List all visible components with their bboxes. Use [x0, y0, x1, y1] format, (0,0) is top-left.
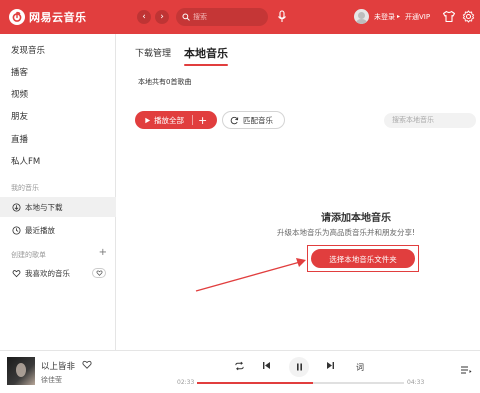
clock-icon — [11, 225, 21, 235]
chevron-right-icon: › — [160, 12, 164, 22]
empty-state-description: 升级本地音乐为高品质音乐并和朋友分享! — [277, 228, 416, 237]
download-icon — [11, 202, 21, 212]
sidebar-item-recent[interactable]: 最近播放 — [0, 220, 116, 240]
like-heart-icon[interactable] — [82, 360, 92, 369]
user-area[interactable]: 未登录 ▸ 开通VIP — [354, 9, 430, 24]
local-search-input[interactable]: 搜索本地音乐 — [384, 113, 476, 128]
choose-folder-button[interactable]: 选择本地音乐文件夹 — [311, 249, 415, 268]
sidebar-item-local-download[interactable]: 本地与下载 — [0, 197, 116, 217]
tab-local-music[interactable]: 本地音乐 — [184, 45, 228, 61]
sidebar-item-label: 最近播放 — [25, 225, 55, 235]
current-time: 02:33 — [177, 379, 195, 386]
sidebar-item-fm[interactable]: 私人FM — [0, 152, 116, 172]
empty-state-title: 请添加本地音乐 — [321, 213, 391, 224]
play-all-label: 播放全部 — [154, 115, 184, 125]
play-all-button[interactable]: 播放全部 + — [135, 111, 217, 129]
next-track-icon[interactable] — [326, 361, 335, 370]
album-cover[interactable] — [7, 357, 35, 385]
song-title[interactable]: 以上皆非 — [41, 360, 75, 372]
avatar[interactable] — [354, 9, 369, 24]
sidebar-item-live[interactable]: 直播 — [0, 130, 116, 150]
app-name: 网易云音乐 — [29, 11, 87, 24]
netease-logo-icon — [9, 9, 25, 25]
app-logo[interactable]: 网易云音乐 — [9, 9, 87, 25]
add-playlist-icon[interactable]: + — [99, 247, 107, 258]
playlists-header: 创建的歌单 — [11, 251, 46, 259]
play-icon — [145, 117, 151, 123]
loop-icon[interactable] — [234, 361, 245, 371]
chevron-left-icon: ‹ — [142, 12, 146, 22]
match-music-label: 匹配音乐 — [243, 115, 273, 125]
sidebar-item-video[interactable]: 视频 — [0, 85, 116, 105]
sidebar-item-discover[interactable]: 发现音乐 — [0, 41, 116, 61]
sidebar-item-label: 我喜欢的音乐 — [25, 268, 70, 278]
sidebar-item-podcast[interactable]: 播客 — [0, 63, 116, 83]
song-count: 本地共有0首歌曲 — [138, 78, 192, 86]
progress-bar[interactable] — [197, 382, 404, 384]
main-content: 下载管理 本地音乐 本地共有0首歌曲 播放全部 + 匹配音乐 搜索本地音乐 请添… — [117, 34, 480, 350]
active-tab-indicator — [184, 64, 228, 66]
search-box[interactable] — [176, 8, 268, 26]
pause-icon — [296, 363, 302, 371]
total-time: 04:33 — [407, 379, 425, 386]
search-input[interactable] — [193, 13, 263, 21]
skin-shirt-icon[interactable] — [442, 10, 456, 23]
lyrics-button[interactable]: 词 — [356, 362, 364, 373]
tab-download-manage[interactable]: 下载管理 — [135, 46, 171, 59]
back-button[interactable]: ‹ — [137, 10, 151, 24]
artist-name[interactable]: 徐佳莹 — [41, 375, 62, 385]
forward-button[interactable]: › — [155, 10, 169, 24]
search-icon — [182, 13, 190, 21]
previous-track-icon[interactable] — [262, 361, 271, 370]
top-bar: 网易云音乐 ‹ › 未登录 ▸ 开通VIP — [0, 0, 480, 34]
microphone-icon[interactable] — [276, 10, 288, 24]
sidebar-item-label: 本地与下载 — [25, 202, 63, 212]
vip-link[interactable]: 开通VIP — [405, 12, 430, 22]
sidebar: 发现音乐 播客 视频 朋友 直播 私人FM 我的音乐 本地与下载 最近播放 创建… — [0, 34, 116, 350]
match-music-button[interactable]: 匹配音乐 — [222, 111, 285, 129]
progress-fill — [197, 382, 313, 384]
heartbeat-mode-button[interactable] — [92, 268, 106, 278]
divider — [192, 115, 193, 125]
pause-button[interactable] — [289, 357, 309, 377]
login-status[interactable]: 未登录 — [374, 12, 395, 22]
player-bar: 以上皆非 徐佳莹 词 02:33 04:33 — [0, 350, 480, 393]
sidebar-item-friends[interactable]: 朋友 — [0, 107, 116, 127]
heart-icon — [96, 270, 102, 276]
heart-icon — [11, 268, 21, 278]
gear-icon[interactable] — [462, 10, 475, 23]
playlist-queue-icon[interactable] — [460, 365, 472, 375]
dropdown-icon[interactable]: ▸ — [397, 13, 400, 20]
my-music-header: 我的音乐 — [11, 184, 39, 192]
add-to-queue-icon[interactable]: + — [198, 114, 207, 127]
refresh-icon — [230, 116, 239, 124]
